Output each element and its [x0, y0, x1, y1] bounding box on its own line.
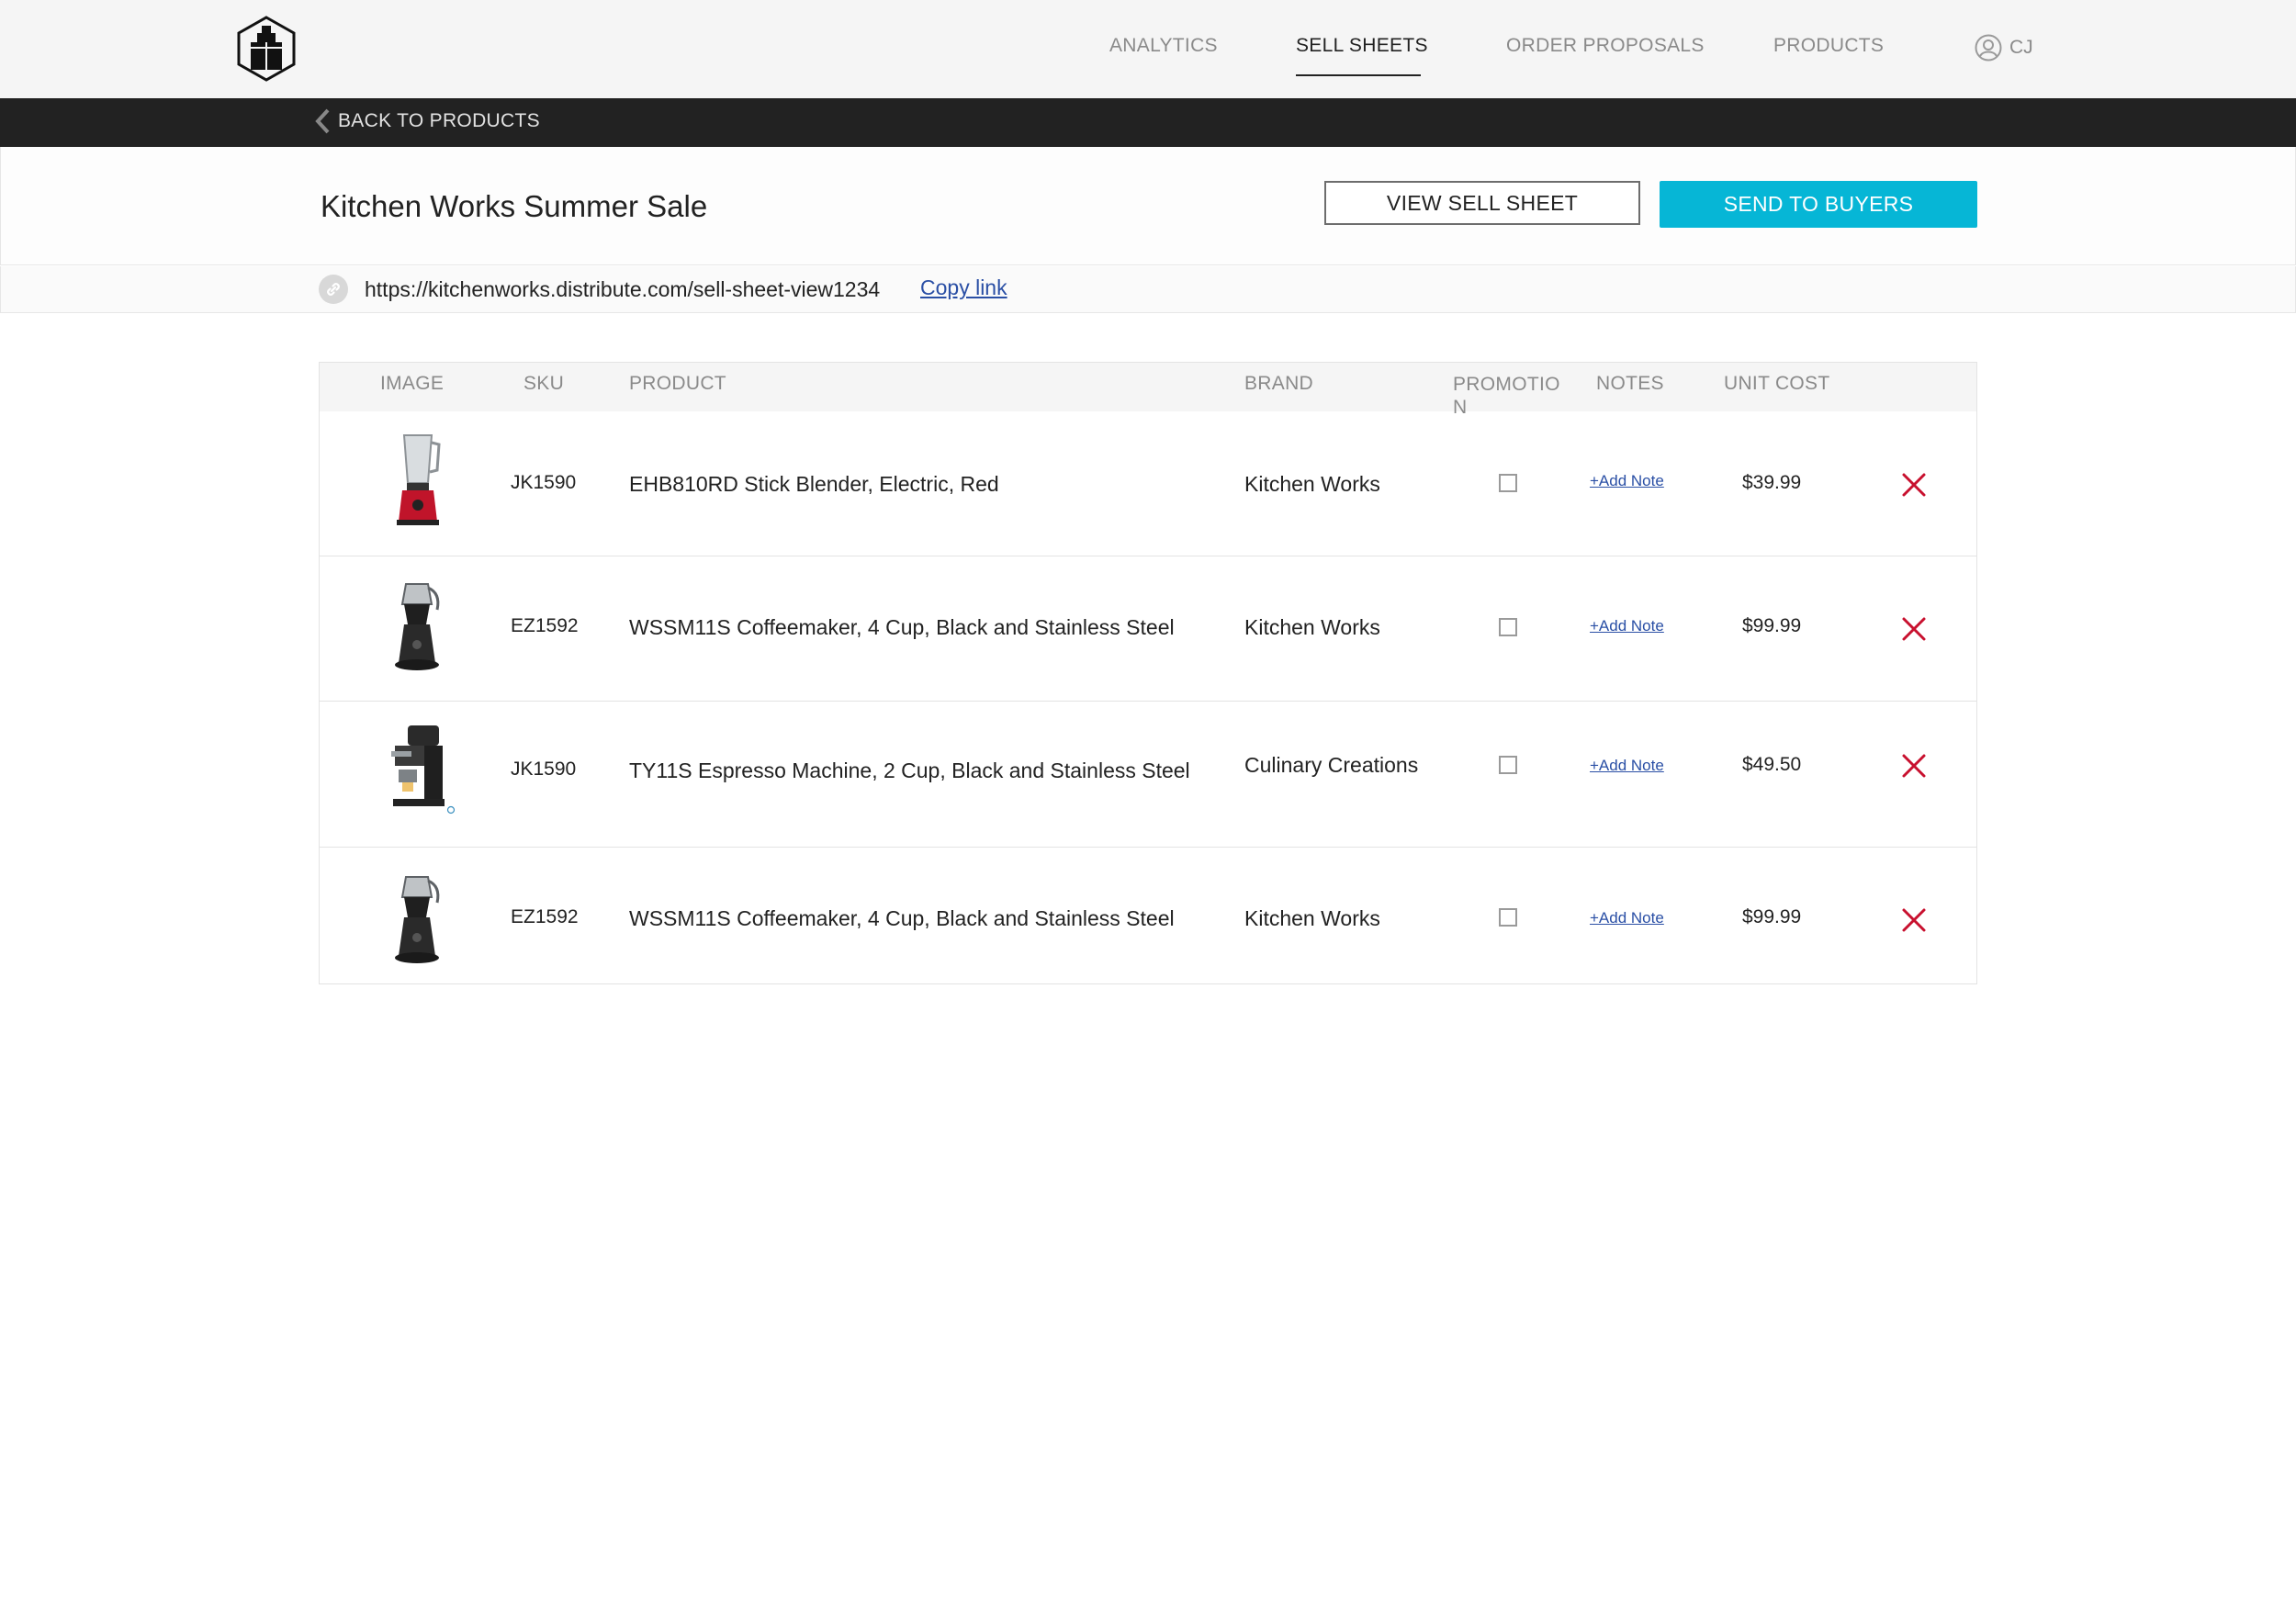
link-icon	[319, 275, 348, 304]
view-sell-sheet-button[interactable]: VIEW SELL SHEET	[1324, 181, 1640, 225]
brand-cell: Culinary Creations	[1244, 753, 1419, 777]
top-navigation: ANALYTICS SELL SHEETS ORDER PROPOSALS PR…	[0, 0, 2296, 98]
send-to-buyers-button[interactable]: SEND TO BUYERS	[1660, 181, 1977, 228]
unit-cost-cell: $99.99	[1742, 906, 1802, 927]
sku-cell: JK1590	[511, 758, 577, 780]
nav-active-underline	[1296, 74, 1421, 76]
promotion-checkbox[interactable]	[1499, 908, 1517, 927]
nav-sell-sheets[interactable]: SELL SHEETS	[1296, 35, 1428, 57]
page-title: Kitchen Works Summer Sale	[321, 189, 708, 223]
coffeemaker-image	[395, 583, 440, 670]
column-header-image: IMAGE	[380, 373, 445, 394]
column-header-sku: SKU	[523, 373, 565, 394]
chevron-left-icon	[315, 108, 330, 134]
remove-row-icon[interactable]	[1901, 907, 1927, 933]
promotion-checkbox[interactable]	[1499, 618, 1517, 636]
product-cell: WSSM11S Coffeemaker, 4 Cup, Black and St…	[629, 906, 1175, 930]
nav-order-proposals[interactable]: ORDER PROPOSALS	[1506, 35, 1705, 57]
nav-analytics[interactable]: ANALYTICS	[1109, 35, 1218, 57]
copy-link-button[interactable]: Copy link	[920, 275, 1007, 300]
table-row: EZ1592 WSSM11S Coffeemaker, 4 Cup, Black…	[320, 847, 1976, 984]
blender-image	[397, 434, 441, 525]
column-header-product: PRODUCT	[629, 373, 726, 394]
sku-cell: JK1590	[511, 472, 577, 493]
sku-cell: EZ1592	[511, 615, 579, 636]
table-row: JK1590 EHB810RD Stick Blender, Electric,…	[320, 411, 1976, 556]
share-link-bar: https://kitchenworks.distribute.com/sell…	[0, 266, 2296, 313]
promotion-checkbox[interactable]	[1499, 756, 1517, 774]
add-note-link[interactable]: +Add Note	[1590, 757, 1664, 775]
brand-cell: Kitchen Works	[1244, 906, 1380, 930]
add-note-link[interactable]: +Add Note	[1590, 617, 1664, 635]
back-to-products-link[interactable]: BACK TO PRODUCTS	[314, 107, 540, 135]
unit-cost-cell: $99.99	[1742, 615, 1802, 636]
back-bar: BACK TO PRODUCTS	[0, 98, 2296, 147]
sheet-header: Kitchen Works Summer Sale VIEW SELL SHEE…	[0, 147, 2296, 265]
add-note-link[interactable]: +Add Note	[1590, 909, 1664, 927]
logo-icon[interactable]	[235, 15, 298, 83]
product-cell: WSSM11S Coffeemaker, 4 Cup, Black and St…	[629, 615, 1175, 639]
remove-row-icon[interactable]	[1901, 616, 1927, 642]
table-header: IMAGE SKU PRODUCT BRAND PROMOTION NOTES …	[320, 363, 1976, 418]
column-header-brand: BRAND	[1244, 373, 1314, 394]
table-row: EZ1592 WSSM11S Coffeemaker, 4 Cup, Black…	[320, 556, 1976, 702]
user-circle-icon	[1975, 34, 2002, 62]
brand-cell: Kitchen Works	[1244, 472, 1380, 496]
promotion-checkbox[interactable]	[1499, 474, 1517, 492]
products-table: IMAGE SKU PRODUCT BRAND PROMOTION NOTES …	[319, 362, 1977, 984]
table-row: JK1590 TY11S Espresso Machine, 2 Cup, Bl…	[320, 701, 1976, 848]
unit-cost-cell: $49.50	[1742, 754, 1802, 775]
sell-sheet-url: https://kitchenworks.distribute.com/sell…	[365, 277, 881, 301]
user-initials: CJ	[2009, 37, 2033, 58]
add-note-link[interactable]: +Add Note	[1590, 472, 1664, 490]
nav-products[interactable]: PRODUCTS	[1773, 35, 1884, 57]
remove-row-icon[interactable]	[1901, 472, 1927, 498]
unit-cost-cell: $39.99	[1742, 472, 1802, 493]
user-menu[interactable]: CJ	[1975, 34, 2033, 62]
brand-cell: Kitchen Works	[1244, 615, 1380, 639]
coffeemaker-image	[395, 876, 440, 963]
product-cell: TY11S Espresso Machine, 2 Cup, Black and…	[629, 758, 1190, 782]
back-label: BACK TO PRODUCTS	[338, 110, 540, 131]
espresso-machine-image	[391, 725, 456, 815]
column-header-unit-cost: UNIT COST	[1724, 373, 1830, 394]
sku-cell: EZ1592	[511, 906, 579, 927]
product-cell: EHB810RD Stick Blender, Electric, Red	[629, 472, 999, 496]
remove-row-icon[interactable]	[1901, 753, 1927, 779]
column-header-notes: NOTES	[1596, 373, 1664, 394]
